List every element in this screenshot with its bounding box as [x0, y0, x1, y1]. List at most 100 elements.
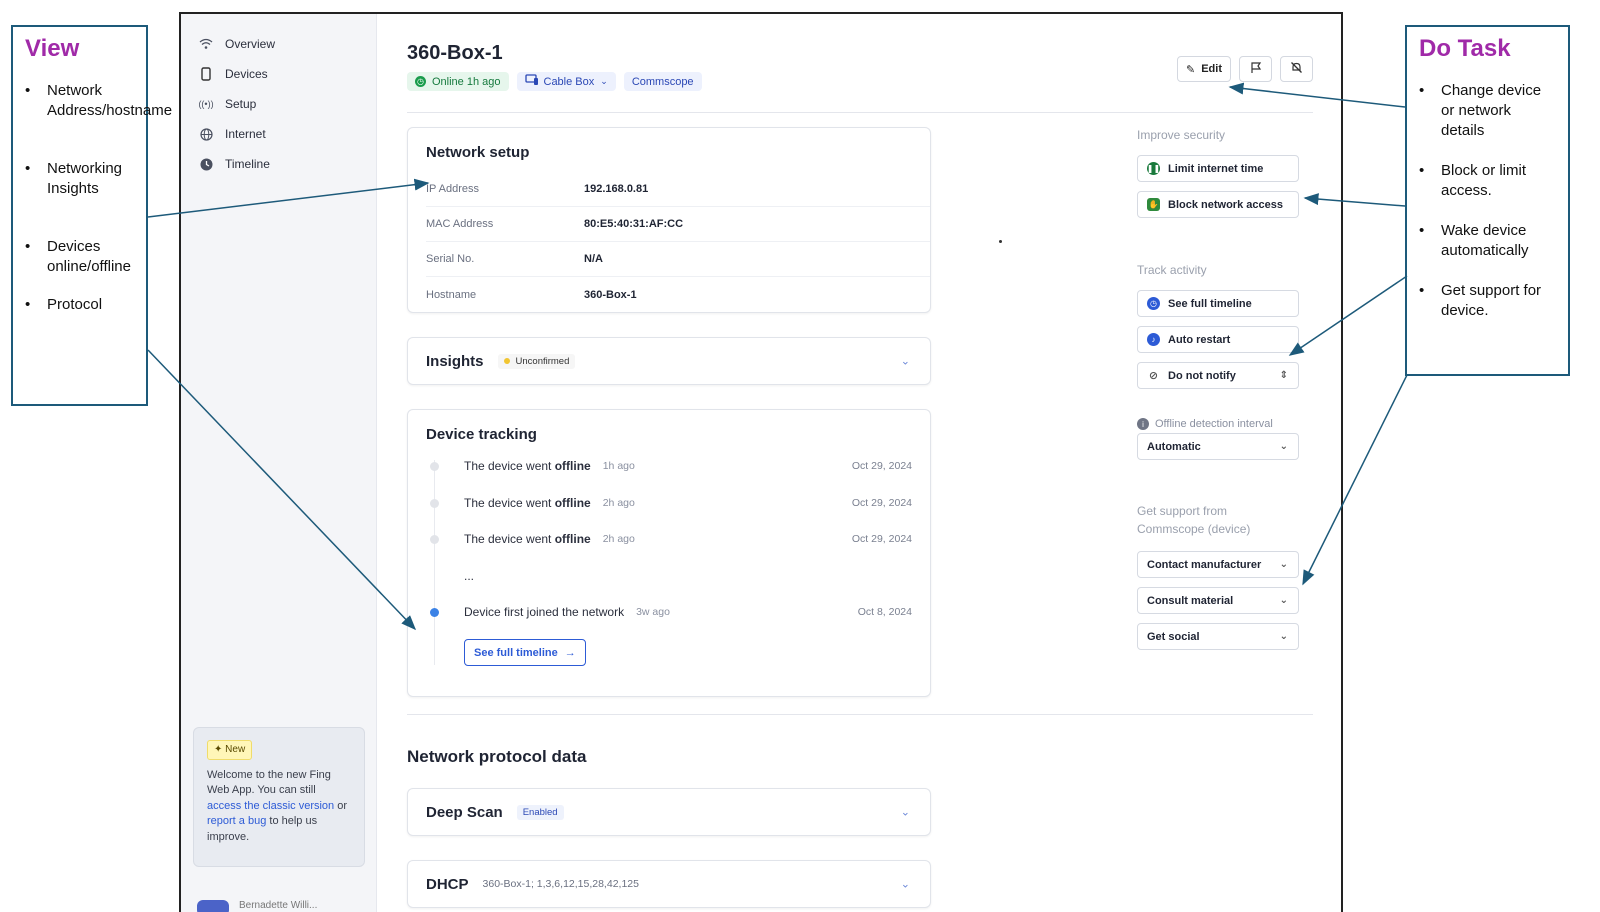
bell-icon: ♪: [1147, 333, 1160, 346]
stray-dot: [999, 240, 1002, 243]
chevron-down-icon: ⌄: [600, 76, 608, 86]
arrow-right-icon: →: [564, 646, 576, 659]
view-annotation-title: View: [25, 35, 80, 62]
view-annotation-box: View Network Address/hostname Networking…: [11, 25, 172, 406]
do-item-get-support: Get support for device.: [1419, 281, 1556, 321]
mac-address-value: 80:E5:40:31:AF:CC: [584, 218, 684, 230]
sidebar-item-label: Timeline: [225, 157, 270, 171]
offline-interval-select[interactable]: Automatic ⌄: [1137, 433, 1299, 460]
device-tracking-card: Device tracking The device went offline …: [407, 409, 931, 697]
timeline-event: The device went offline 1h ago Oct 29, 2…: [426, 456, 912, 476]
pencil-icon: ✎: [1186, 63, 1196, 76]
sidebar-item-label: Setup: [225, 97, 257, 111]
timeline-ellipsis: ...: [464, 569, 475, 583]
hostname-value: 360-Box-1: [584, 288, 637, 301]
broadcast-icon: ((•)): [198, 99, 214, 109]
flag-icon: [1250, 61, 1262, 77]
sidebar-item-internet[interactable]: Internet: [181, 119, 376, 149]
sidebar-item-overview[interactable]: Overview: [181, 29, 376, 59]
mute-notifications-button[interactable]: [1280, 56, 1313, 82]
pause-icon: ❚❚: [1146, 162, 1161, 175]
classic-version-link[interactable]: access the classic version: [207, 800, 334, 812]
new-web-app-card: ✦ New Welcome to the new Fing Web App. Y…: [193, 727, 365, 867]
new-card-text: Welcome to the new Fing Web App. You can…: [207, 768, 348, 843]
insights-title: Insights: [426, 352, 484, 370]
contact-manufacturer-select[interactable]: Contact manufacturer ⌄: [1137, 551, 1299, 578]
see-full-timeline-button[interactable]: See full timeline →: [464, 639, 586, 666]
section-divider: [407, 714, 1313, 715]
ip-address-value: 192.168.0.81: [584, 183, 649, 195]
sparkle-icon: ✦: [214, 744, 226, 755]
chevron-down-icon: ⌄: [1279, 595, 1288, 606]
phone-icon: [199, 67, 213, 81]
dhcp-card[interactable]: DHCP 360-Box-1; 1,3,6,12,15,28,42,125 ⌄: [407, 860, 931, 908]
clock-icon: ◷: [1147, 297, 1160, 310]
edit-button[interactable]: ✎ Edit: [1177, 56, 1231, 82]
see-full-timeline-side-button[interactable]: ◷ See full timeline: [1137, 290, 1299, 317]
sidebar: Overview Devices ((•)) Setup Internet Ti…: [181, 14, 377, 912]
report-bug-link[interactable]: report a bug: [207, 815, 266, 827]
network-setup-card: Network setup IP Address 192.168.0.81 MA…: [407, 127, 931, 313]
timeline-dot: [430, 461, 439, 471]
timeline-line: [434, 460, 435, 665]
serial-no-row: Serial No. N/A: [426, 242, 930, 277]
offline-detection-label: i Offline detection interval: [1137, 418, 1273, 430]
flag-button[interactable]: [1239, 56, 1272, 82]
deep-scan-card[interactable]: Deep Scan Enabled ⌄: [407, 788, 931, 836]
avatar[interactable]: [197, 900, 229, 912]
timeline-dot: [430, 534, 439, 544]
status-badge: Enabled: [516, 804, 564, 820]
globe-icon: [199, 127, 213, 141]
header-divider: [407, 112, 1313, 113]
dhcp-detail: 360-Box-1; 1,3,6,12,15,28,42,125: [482, 878, 639, 890]
do-task-annotation-box: Do Task Change device or network details…: [1405, 25, 1570, 376]
sidebar-item-devices[interactable]: Devices: [181, 59, 376, 89]
chevron-down-icon: ⌄: [1279, 559, 1288, 570]
limit-internet-time-button[interactable]: ❚❚ Limit internet time: [1137, 155, 1299, 182]
bell-off-icon: ⊘: [1147, 369, 1160, 382]
auto-restart-button[interactable]: ♪ Auto restart: [1137, 326, 1299, 353]
timeline-event: The device went offline 2h ago Oct 29, 2…: [426, 529, 912, 549]
ip-address-row: IP Address 192.168.0.81: [426, 172, 930, 207]
new-badge: ✦ New: [207, 740, 253, 760]
do-item-block-access: Block or limit access.: [1419, 161, 1556, 201]
bell-off-icon: [1290, 61, 1303, 77]
warning-dot-icon: [503, 357, 510, 364]
block-network-access-button[interactable]: ✋ Block network access: [1137, 191, 1299, 218]
insights-card[interactable]: Insights Unconfirmed ⌄: [407, 337, 931, 385]
do-item-change-details: Change device or network details: [1419, 81, 1556, 141]
cable-box-icon: [524, 74, 539, 89]
view-item-online-offline: Devices online/offline: [25, 237, 134, 277]
get-social-select[interactable]: Get social ⌄: [1137, 623, 1299, 650]
chevron-down-icon[interactable]: ⌄: [901, 355, 910, 368]
view-item-insights: Networking Insights: [25, 159, 134, 199]
clock-icon: ◷: [415, 76, 426, 87]
timeline-event: Device first joined the network 3w ago O…: [426, 602, 912, 622]
chevron-down-icon: ⌄: [1279, 441, 1288, 452]
chevron-down-icon[interactable]: ⌄: [901, 806, 910, 819]
consult-material-select[interactable]: Consult material ⌄: [1137, 587, 1299, 614]
chevron-down-icon[interactable]: ⌄: [901, 878, 910, 891]
brand-chip[interactable]: Commscope: [623, 72, 702, 91]
view-item-protocol: Protocol: [25, 295, 134, 315]
device-type-dropdown[interactable]: Cable Box ⌄: [516, 72, 616, 91]
mac-address-row: MAC Address 80:E5:40:31:AF:CC: [426, 207, 930, 242]
clock-icon: [199, 157, 213, 171]
serial-no-value: N/A: [584, 253, 603, 265]
sidebar-item-timeline[interactable]: Timeline: [181, 149, 376, 179]
improve-security-heading: Improve security: [1137, 128, 1226, 142]
deep-scan-title: Deep Scan: [426, 803, 503, 821]
status-badge: ◷ Online 1h ago: [407, 72, 509, 91]
network-setup-title: Network setup: [426, 144, 530, 161]
device-tracking-title: Device tracking: [426, 426, 537, 443]
sidebar-item-label: Internet: [225, 127, 266, 141]
sidebar-item-setup[interactable]: ((•)) Setup: [181, 89, 376, 119]
user-name[interactable]: Bernadette Willi...: [239, 900, 317, 911]
device-actions: ✎ Edit: [1177, 56, 1313, 82]
support-heading: Get support from Commscope (device): [1137, 504, 1251, 536]
main-content: 360-Box-1 ◷ Online 1h ago Cable Box ⌄ Co…: [377, 14, 1341, 912]
notification-select[interactable]: ⊘ Do not notify ⇕: [1137, 362, 1299, 389]
timeline-event: The device went offline 2h ago Oct 29, 2…: [426, 493, 912, 513]
network-protocol-title: Network protocol data: [407, 747, 587, 766]
sort-icon: ⇕: [1279, 370, 1288, 381]
